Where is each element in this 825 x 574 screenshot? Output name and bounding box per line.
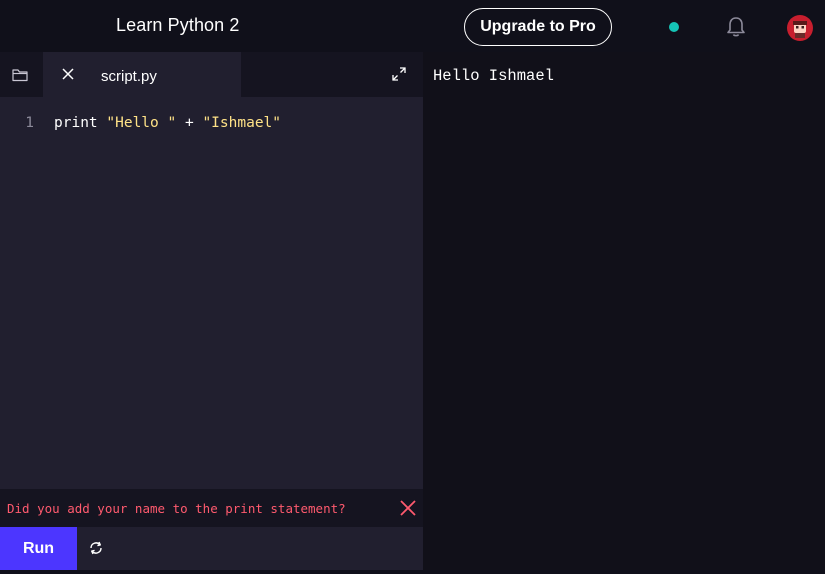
tab-script-py[interactable]: script.py <box>43 52 241 97</box>
output-text: Hello Ishmael <box>433 67 554 85</box>
avatar[interactable] <box>787 15 813 41</box>
app: Learn Python 2 Upgrade to Pro script.py … <box>0 0 825 574</box>
bell-icon[interactable] <box>726 16 746 38</box>
expand-icon[interactable] <box>391 66 407 82</box>
code-text[interactable]: print "Hello " + "Ishmael" <box>54 115 281 131</box>
code-token-operator: + <box>184 115 194 131</box>
code-token-string: "Ishmael" <box>202 115 282 131</box>
output-panel: Hello Ishmael <box>423 52 825 570</box>
code-line[interactable]: 1 print "Hello " + "Ishmael" <box>0 115 423 135</box>
code-token-string: "Hello " <box>106 115 177 131</box>
course-title[interactable]: Learn Python 2 <box>116 15 240 36</box>
top-bar: Learn Python 2 Upgrade to Pro <box>0 2 825 52</box>
run-button[interactable]: Run <box>0 527 77 570</box>
editor-tab-bar: script.py <box>0 52 423 97</box>
error-message: Did you add your name to the print state… <box>7 501 346 516</box>
status-dot <box>669 22 679 32</box>
close-icon[interactable] <box>399 499 417 517</box>
refresh-icon[interactable] <box>88 540 104 556</box>
error-feedback-bar: Did you add your name to the print state… <box>0 489 423 527</box>
upgrade-to-pro-button[interactable]: Upgrade to Pro <box>464 8 612 46</box>
line-number: 1 <box>25 115 34 131</box>
tab-file-name: script.py <box>101 68 157 85</box>
close-icon[interactable] <box>60 66 76 82</box>
folder-icon[interactable] <box>0 52 40 97</box>
editor-panel: script.py 1 print "Hello " + "Ishmael" D… <box>0 52 423 570</box>
code-editor[interactable]: 1 print "Hello " + "Ishmael" <box>0 97 423 489</box>
code-token-keyword: print <box>54 115 98 131</box>
run-bar: Run <box>0 527 423 570</box>
